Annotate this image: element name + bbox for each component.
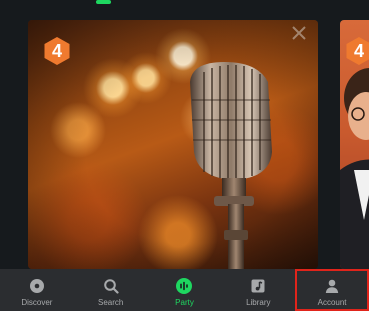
nav-item-search[interactable]: Search [74, 269, 148, 311]
nav-item-discover[interactable]: Discover [0, 269, 74, 311]
rank-number: 4 [51, 40, 62, 61]
microphone-image [190, 62, 272, 269]
nav-item-library[interactable]: Library [221, 269, 295, 311]
active-page-indicator [96, 0, 111, 4]
party-card[interactable]: 4 [28, 20, 318, 269]
party-screen: 4 4 Discover Search Party Library Accoun… [0, 0, 369, 311]
party-equalizer-icon [176, 278, 193, 294]
nav-label: Library [246, 298, 271, 307]
nav-item-party[interactable]: Party [148, 269, 222, 311]
bottom-navigation: Discover Search Party Library Account [0, 269, 369, 311]
party-card-next[interactable]: 4 [340, 20, 369, 269]
corner-close-icon[interactable] [290, 24, 308, 42]
rank-badge: 4 [42, 36, 72, 66]
nav-label: Search [98, 298, 124, 307]
portrait-image [340, 68, 369, 269]
library-icon [251, 279, 265, 293]
search-icon [103, 279, 119, 294]
nav-item-account[interactable]: Account [295, 269, 369, 311]
account-icon [325, 279, 339, 293]
nav-label: Discover [21, 298, 53, 307]
nav-label: Account [317, 298, 347, 307]
nav-label: Party [175, 298, 194, 307]
disc-icon [29, 279, 44, 293]
